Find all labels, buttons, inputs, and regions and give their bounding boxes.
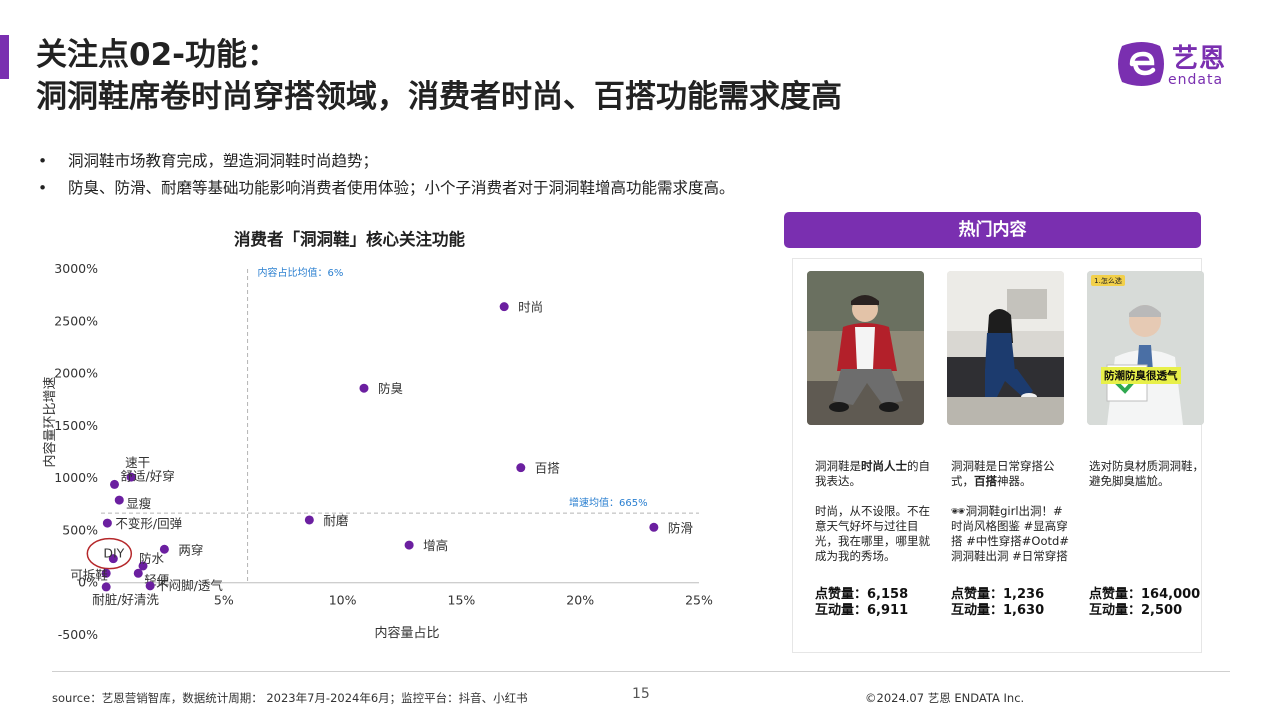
bullet-text: 洞洞鞋市场教育完成，塑造洞洞鞋时尚趋势； [68, 152, 379, 170]
photo-doctor-icon: 1.怎么选 [1087, 271, 1204, 425]
y-tick-label: -500% [58, 627, 98, 642]
likes-count: 6,158 [867, 587, 909, 602]
point-label: DIY [103, 546, 124, 561]
photo-man-red-jacket-icon [807, 271, 924, 425]
logo-text-cn: 艺恩 [1172, 44, 1227, 74]
point-label: 耐磨 [323, 513, 349, 528]
point-label: 耐脏/好清洗 [92, 592, 159, 607]
likes-count: 1,236 [1003, 587, 1045, 602]
scatter-point [110, 479, 120, 489]
y-tick-label: 1000% [54, 470, 98, 485]
x-tick-label: 20% [566, 593, 594, 608]
photo-woman-sofa-icon [947, 271, 1064, 425]
image-caption: 防潮防臭很透气 [1101, 367, 1181, 384]
card-image-1[interactable] [807, 271, 924, 425]
scatter-point [649, 522, 659, 532]
x-tick-label: 5% [214, 593, 234, 608]
interaction-count: 2,500 [1141, 603, 1183, 618]
point-label: 显瘦 [126, 496, 151, 511]
x-tick-label: 25% [685, 593, 713, 608]
source-note: source：艺恩营销智库，数据统计周期： 2023年7月-2024年6月；监控… [52, 691, 528, 705]
copyright: ©2024.07 艺恩 ENDATA Inc. [865, 691, 1025, 705]
card-image-2[interactable] [947, 271, 1064, 425]
point-label: 可拆鞋 [70, 567, 108, 582]
x-tick-label: 15% [448, 593, 476, 608]
bullet-list: • 洞洞鞋市场教育完成，塑造洞洞鞋时尚趋势； • 防臭、防滑、耐磨等基础功能影响消费… [38, 148, 735, 202]
scatter-point [145, 581, 155, 591]
interaction-count: 1,630 [1003, 603, 1045, 618]
point-label: 不闷脚/透气 [156, 578, 223, 593]
ref-label-y: 增速均值：665% [569, 496, 648, 509]
interaction-count: 6,911 [867, 603, 909, 618]
card-stats-2: 点赞量：1,236 互动量：1,630 [951, 587, 1045, 618]
scatter-point [404, 540, 414, 550]
y-tick-label: 2500% [54, 313, 98, 328]
title-line-2: 洞洞鞋席卷时尚穿搭领域，消费者时尚、百搭功能需求度高 [36, 79, 842, 115]
card-description-2: 洞洞鞋是日常穿搭公式，百搭神器。 🕶洞洞鞋girl出洞！#时尚风格图鉴 #显高穿搭… [951, 459, 1069, 563]
footer-divider [52, 671, 1230, 672]
point-label: 不变形/回弹 [115, 516, 182, 531]
point-label: 舒适/好穿 [121, 468, 175, 483]
chart-title: 消费者「洞洞鞋」核心关注功能 [234, 230, 465, 249]
scatter-point [516, 463, 526, 473]
y-tick-label: 2000% [54, 366, 98, 381]
card-description-3: 选对防臭材质洞洞鞋，避免脚臭尴尬。 [1089, 459, 1204, 488]
scatter-point [499, 302, 509, 312]
bullet-item: • 防臭、防滑、耐磨等基础功能影响消费者使用体验；小个子消费者对于洞洞鞋增高功能需… [38, 179, 735, 197]
logo-text-en: endata [1168, 72, 1224, 88]
endata-logo-mark-icon [1118, 42, 1164, 86]
likes-count: 164,000 [1141, 587, 1201, 602]
endata-logo: 艺恩 endata [1114, 38, 1244, 90]
card-image-3[interactable]: 1.怎么选 防潮防臭很透气 [1087, 271, 1204, 425]
point-label: 时尚 [518, 300, 543, 315]
point-label: 防臭 [378, 381, 403, 396]
scatter-point [114, 495, 124, 505]
hot-content-panel: 1.怎么选 防潮防臭很透气 洞洞鞋是时尚人士的自我表达。 时尚，从不设限。不在意天… [792, 258, 1204, 653]
scatter-point [102, 518, 112, 528]
point-label: 百搭 [535, 461, 561, 476]
y-tick-label: 1500% [54, 418, 98, 433]
card-stats-3: 点赞量：164,000 互动量：2,500 [1089, 587, 1201, 618]
hot-content-header: 热门内容 [784, 212, 1201, 248]
title-line-1: 关注点02-功能： [36, 37, 279, 73]
scatter-point [304, 515, 314, 525]
card-stats-1: 点赞量：6,158 互动量：6,911 [815, 587, 909, 618]
ref-label-x: 内容占比均值：6% [258, 266, 344, 279]
scatter-point [101, 582, 111, 592]
card-description-1: 洞洞鞋是时尚人士的自我表达。 时尚，从不设限。不在意天气好坏与过往目光，我在哪里，… [815, 459, 930, 563]
bullet-item: • 洞洞鞋市场教育完成，塑造洞洞鞋时尚趋势； [38, 152, 379, 170]
scatter-chart: 内容占比均值：6% 增速均值：665% 3000% 2500% 2000% 1500% 10… [42, 261, 713, 642]
page-title: 关注点02-功能： 洞洞鞋席卷时尚穿搭领域，消费者时尚、百搭功能需求度高 [36, 34, 842, 118]
page-number: 15 [632, 686, 650, 702]
point-label: 增高 [423, 538, 448, 553]
x-tick-label: 10% [329, 593, 357, 608]
image-badge: 1.怎么选 [1094, 276, 1122, 285]
title-accent-bar [0, 35, 9, 79]
y-axis-label: 内容量环比增速 [42, 376, 58, 467]
x-axis-label: 内容量占比 [374, 625, 439, 641]
y-tick-label: 3000% [54, 261, 98, 276]
bullet-text: 防臭、防滑、耐磨等基础功能影响消费者使用体验；小个子消费者对于洞洞鞋增高功能需求… [68, 179, 735, 197]
point-label: 防水 [139, 551, 165, 566]
y-tick-label: 500% [62, 522, 98, 537]
point-label: 两穿 [178, 542, 203, 557]
scatter-point [133, 568, 143, 578]
scatter-point [359, 383, 369, 393]
point-label: 防滑 [668, 520, 693, 535]
